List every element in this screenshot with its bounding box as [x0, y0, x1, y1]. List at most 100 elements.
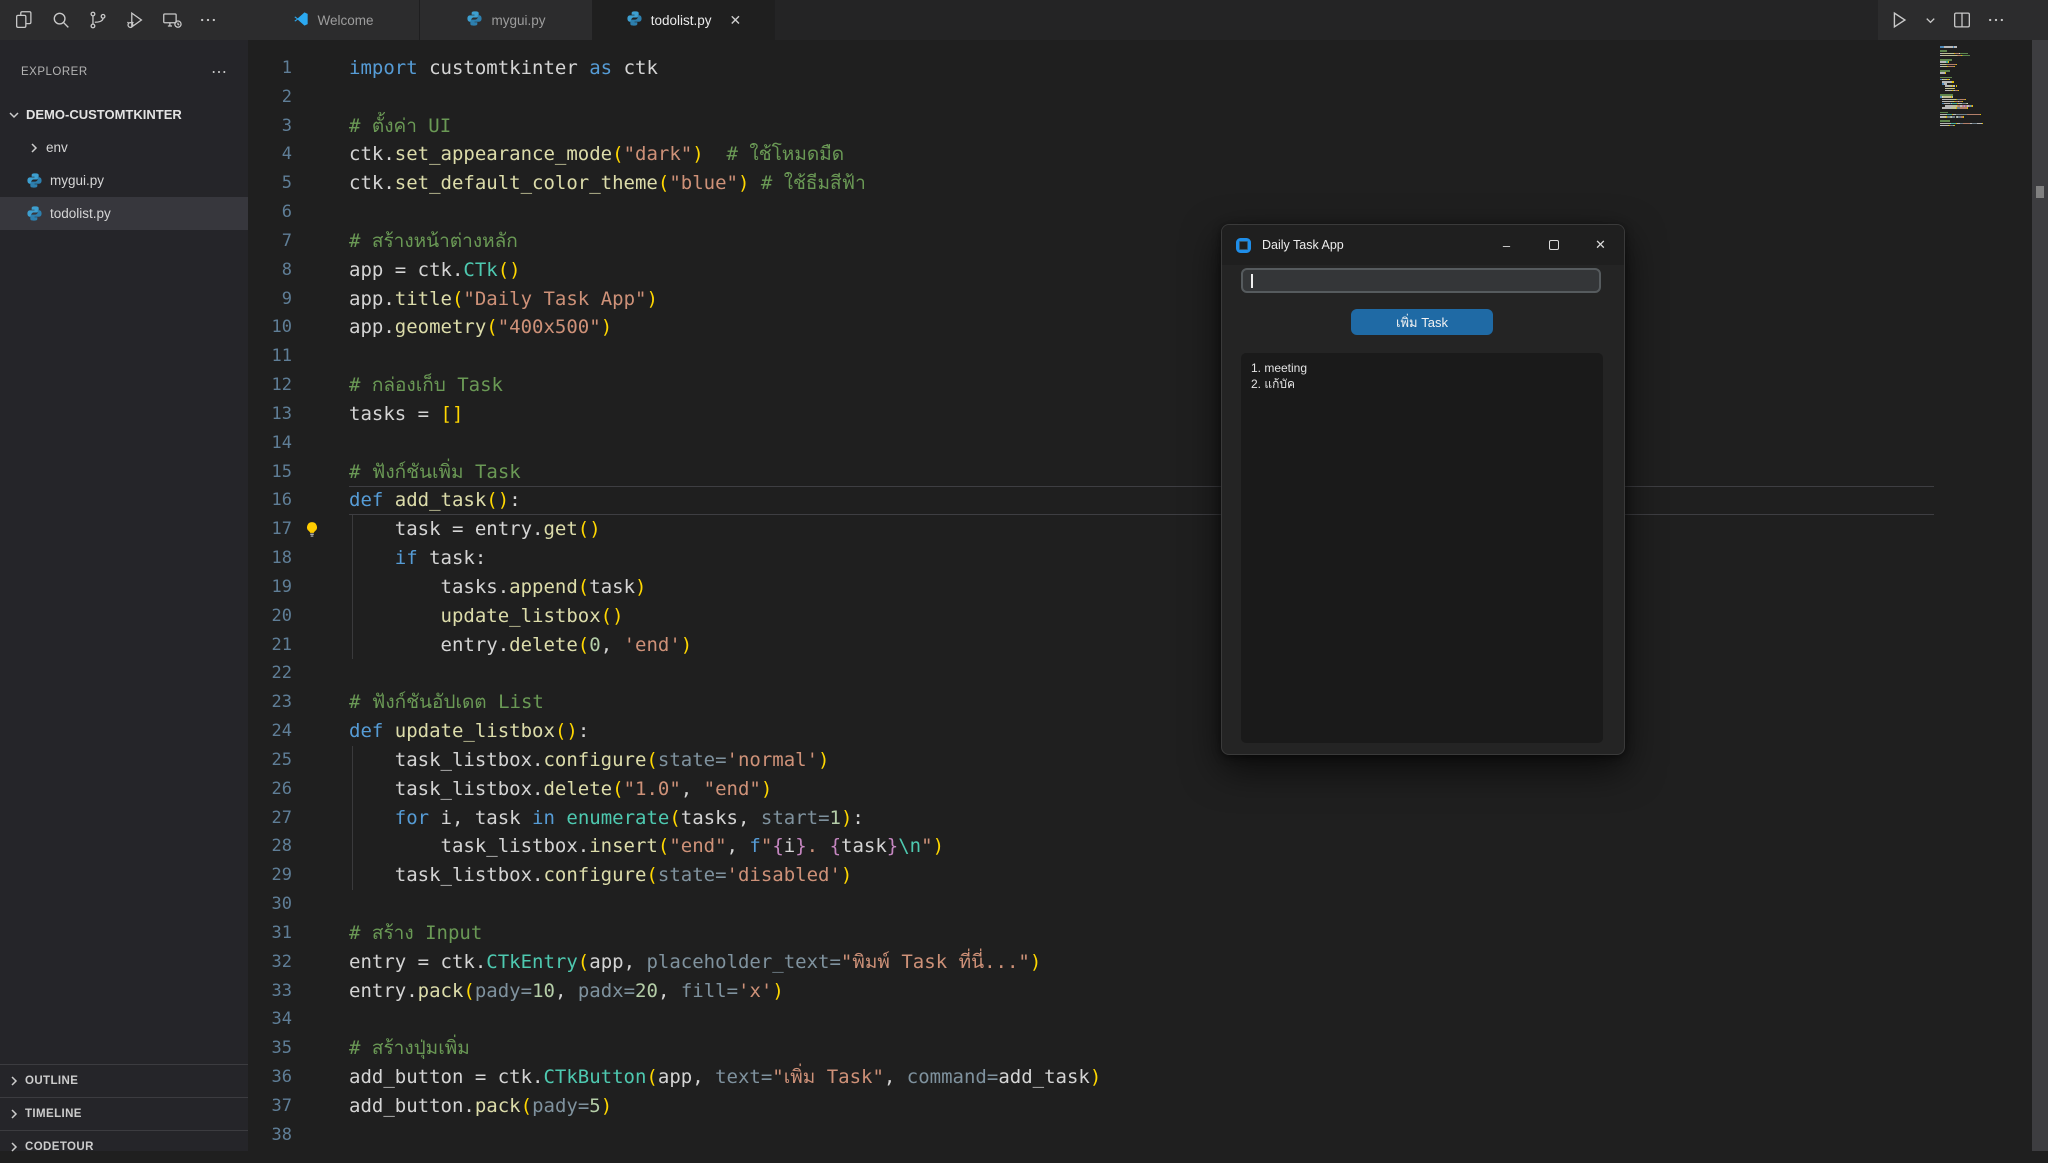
code-line[interactable]: 26 task_listbox.delete("1.0", "end") [248, 775, 1934, 804]
indent-guide [352, 804, 353, 833]
section-timeline[interactable]: TIMELINE [0, 1097, 248, 1130]
code-line[interactable]: 25 task_listbox.configure(state='normal'… [248, 746, 1934, 775]
app-titlebar[interactable]: Daily Task App – ✕ [1222, 225, 1624, 265]
code-line[interactable]: 3# ตั้งค่า UI [248, 112, 1934, 141]
run-icon[interactable] [1888, 9, 1910, 31]
line-number: 35 [248, 1034, 292, 1063]
section-outline[interactable]: OUTLINE [0, 1064, 248, 1097]
line-number: 2 [248, 83, 292, 112]
code-line[interactable]: 28 task_listbox.insert("end", f"{i}. {ta… [248, 832, 1934, 861]
task-entry[interactable] [1241, 268, 1601, 293]
search-icon[interactable] [50, 9, 72, 31]
code-line[interactable]: 33entry.pack(pady=10, padx=20, fill='x') [248, 977, 1934, 1006]
code-text: # กล่องเก็บ Task [349, 371, 503, 400]
tree-item-env[interactable]: env [0, 131, 248, 164]
code-line[interactable]: 20 update_listbox() [248, 602, 1934, 631]
tree-item-mygui-py[interactable]: mygui.py [0, 164, 248, 197]
scrollbar-marker [2036, 186, 2044, 198]
code-line[interactable]: 1import customtkinter as ctk [248, 54, 1934, 83]
code-line[interactable]: 30 [248, 890, 1934, 919]
code-line[interactable]: 18 if task: [248, 544, 1934, 573]
line-number: 25 [248, 746, 292, 775]
maximize-button[interactable] [1530, 225, 1577, 265]
indent-guide [352, 775, 353, 804]
code-line[interactable]: 4ctk.set_appearance_mode("dark") # ใช้โห… [248, 140, 1934, 169]
code-line[interactable]: 13tasks = [] [248, 400, 1934, 429]
code-line[interactable]: 2 [248, 83, 1934, 112]
task-list-item: 1. meeting [1251, 360, 1593, 376]
code-text: def add_task(): [349, 486, 521, 515]
code-line[interactable]: 12# กล่องเก็บ Task [248, 371, 1934, 400]
code-text: task_listbox.delete("1.0", "end") [349, 775, 772, 804]
code-text: app.title("Daily Task App") [349, 285, 658, 314]
task-listbox[interactable]: 1. meeting2. แก้บัค [1241, 353, 1603, 743]
code-line[interactable]: 37add_button.pack(pady=5) [248, 1092, 1934, 1121]
add-task-button[interactable]: เพิ่ม Task [1351, 309, 1493, 335]
code-line[interactable]: 27 for i, task in enumerate(tasks, start… [248, 804, 1934, 833]
code-line[interactable]: 19 tasks.append(task) [248, 573, 1934, 602]
code-text: task_listbox.configure(state='normal') [349, 746, 829, 775]
code-line[interactable]: 29 task_listbox.configure(state='disable… [248, 861, 1934, 890]
code-text: def update_listbox(): [349, 717, 589, 746]
minimize-button[interactable]: – [1483, 225, 1530, 265]
code-text: task = entry.get() [349, 515, 601, 544]
tree-item-demo-customtkinter[interactable]: DEMO-CUSTOMTKINTER [0, 98, 248, 131]
code-line[interactable]: 9app.title("Daily Task App") [248, 285, 1934, 314]
app-window: Daily Task App – ✕ เพิ่ม Task 1. meeting… [1221, 224, 1625, 755]
code-line[interactable]: 5ctk.set_default_color_theme("blue") # ใ… [248, 169, 1934, 198]
code-line[interactable]: 21 entry.delete(0, 'end') [248, 631, 1934, 660]
tab-mygui-py[interactable]: mygui.py [420, 0, 593, 40]
minimap[interactable] [1934, 40, 2032, 1151]
code-line[interactable]: 38 [248, 1121, 1934, 1150]
code-text: # สร้าง Input [349, 919, 482, 948]
code-line[interactable]: 10app.geometry("400x500") [248, 313, 1934, 342]
explorer-more-icon[interactable]: ⋯ [211, 62, 228, 82]
chevron-down-icon[interactable] [1923, 13, 1938, 28]
code-text: app.geometry("400x500") [349, 313, 612, 342]
explorer-icon[interactable] [13, 9, 35, 31]
section-codetour[interactable]: CODETOUR [0, 1130, 248, 1163]
code-line[interactable]: 8app = ctk.CTk() [248, 256, 1934, 285]
line-number: 22 [248, 659, 292, 688]
activity-icons [0, 0, 248, 40]
indent-guide [352, 573, 353, 602]
run-debug-icon[interactable] [124, 9, 146, 31]
close-button[interactable]: ✕ [1577, 225, 1624, 265]
tab-label: todolist.py [651, 13, 712, 28]
source-control-icon[interactable] [87, 9, 109, 31]
editor[interactable]: 1import customtkinter as ctk23# ตั้งค่า … [248, 40, 1934, 1151]
scrollbar[interactable] [2032, 40, 2048, 1151]
tab-todolist-py[interactable]: todolist.py ✕ [593, 0, 775, 40]
code-line[interactable]: 15# ฟังก์ชันเพิ่ม Task [248, 458, 1934, 487]
code-line[interactable]: 34 [248, 1005, 1934, 1034]
code-line[interactable]: 24 def update_listbox(): [248, 717, 1934, 746]
code-line[interactable]: 35# สร้างปุ่มเพิ่ม [248, 1034, 1934, 1063]
code-line[interactable]: 11 [248, 342, 1934, 371]
line-number: 38 [248, 1121, 292, 1150]
tree-item-todolist-py[interactable]: todolist.py [0, 197, 248, 230]
code-line[interactable]: 6 [248, 198, 1934, 227]
tab-close-icon[interactable]: ✕ [730, 12, 742, 29]
code-line[interactable]: 14 [248, 429, 1934, 458]
code-line[interactable]: 17 task = entry.get() [248, 515, 1934, 544]
code-line[interactable]: 7# สร้างหน้าต่างหลัก [248, 227, 1934, 256]
ctk-logo-icon [1236, 238, 1251, 253]
line-number: 17 [248, 515, 292, 544]
code-text: if task: [349, 544, 486, 573]
line-number: 24 [248, 717, 292, 746]
remote-explorer-icon[interactable] [161, 9, 183, 31]
code-line[interactable]: 23# ฟังก์ชันอัปเดต List [248, 688, 1934, 717]
code-line[interactable]: 32entry = ctk.CTkEntry(app, placeholder_… [248, 948, 1934, 977]
editor-more-icon[interactable] [1986, 10, 2006, 30]
code-line[interactable]: 31# สร้าง Input [248, 919, 1934, 948]
split-editor-icon[interactable] [1951, 9, 1973, 31]
code-text: update_listbox() [349, 602, 624, 631]
code-line[interactable]: 16def add_task(): [248, 486, 1934, 515]
tab-welcome[interactable]: Welcome [248, 0, 420, 40]
code-text: ctk.set_appearance_mode("dark") # ใช้โหม… [349, 140, 844, 169]
code-line[interactable]: 22 [248, 659, 1934, 688]
more-actions-icon[interactable] [198, 10, 218, 30]
code-text: # ตั้งค่า UI [349, 112, 451, 141]
code-line[interactable]: 36add_button = ctk.CTkButton(app, text="… [248, 1063, 1934, 1092]
line-number: 5 [248, 169, 292, 198]
